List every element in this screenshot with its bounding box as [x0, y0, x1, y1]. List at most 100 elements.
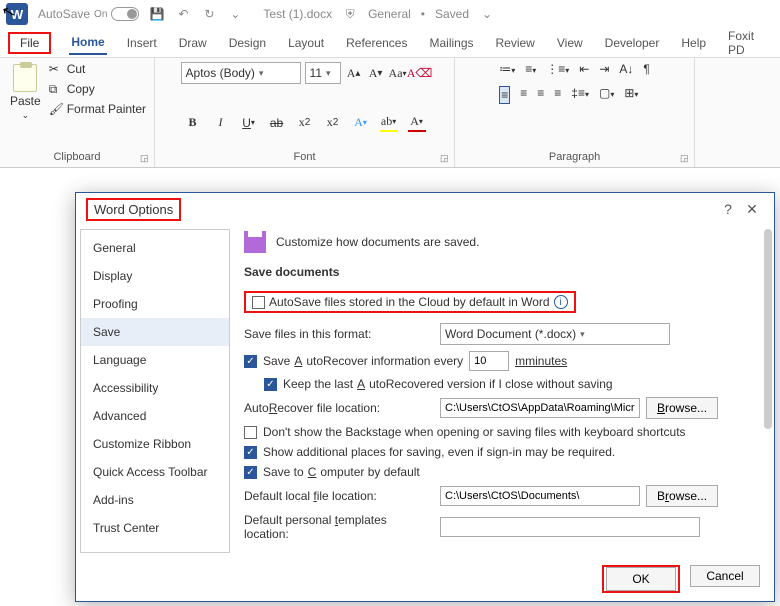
change-case-button[interactable]: Aa▾ [389, 64, 407, 82]
template-location-input[interactable] [440, 517, 700, 537]
nav-proofing[interactable]: Proofing [81, 290, 229, 318]
increase-indent-button[interactable]: ⇥ [599, 62, 609, 76]
tab-file[interactable]: File [8, 32, 51, 54]
nav-display[interactable]: Display [81, 262, 229, 290]
keep-last-checkbox[interactable]: ✓ [264, 378, 277, 391]
nav-customize-ribbon[interactable]: Customize Ribbon [81, 430, 229, 458]
scrollbar[interactable] [764, 229, 772, 429]
info-icon[interactable]: i [554, 295, 568, 309]
shrink-font-button[interactable]: A▾ [367, 64, 385, 82]
autorecover-minutes-input[interactable] [469, 351, 509, 371]
redo-icon[interactable]: ↻ [201, 6, 217, 22]
underline-button[interactable]: U▾ [240, 114, 258, 132]
autosave-toggle[interactable]: AutoSave On [38, 7, 139, 21]
local-location-input[interactable] [440, 486, 640, 506]
text-effects-button[interactable]: A▾ [352, 114, 370, 132]
italic-button[interactable]: I [212, 114, 230, 132]
cut-button[interactable]: ✂Cut [49, 62, 146, 76]
shield-icon: ⛨ [342, 6, 358, 22]
multilevel-button[interactable]: ⋮≡▾ [546, 62, 569, 76]
browse-local-button[interactable]: Browse... [646, 485, 718, 507]
tab-design[interactable]: Design [227, 32, 268, 54]
copy-button[interactable]: ⧉Copy [49, 82, 146, 96]
align-left-button[interactable]: ≡ [499, 86, 510, 104]
options-content: Customize how documents are saved. Save … [234, 225, 774, 557]
format-painter-button[interactable]: 🖌Format Painter [49, 102, 146, 116]
qat-more-icon[interactable]: ⌄ [227, 6, 243, 22]
nav-language[interactable]: Language [81, 346, 229, 374]
tab-help[interactable]: Help [679, 32, 708, 54]
undo-icon[interactable]: ↶ [175, 6, 191, 22]
paste-button[interactable]: Paste ⌄ [8, 62, 43, 123]
tab-layout[interactable]: Layout [286, 32, 326, 54]
browse-autorecover-button[interactable]: Browse... [646, 397, 718, 419]
copy-icon: ⧉ [49, 82, 63, 96]
clear-format-button[interactable]: A⌫ [411, 64, 429, 82]
borders-button[interactable]: ⊞▾ [624, 86, 638, 104]
dialog-footer: OK Cancel [76, 557, 774, 601]
justify-button[interactable]: ≡ [554, 86, 561, 104]
font-launcher-icon[interactable]: ◲ [440, 153, 452, 165]
ribbon: Paste ⌄ ✂Cut ⧉Copy 🖌Format Painter Clipb… [0, 58, 780, 168]
nav-general[interactable]: General [81, 234, 229, 262]
floppy-icon [244, 231, 266, 253]
tab-mailings[interactable]: Mailings [427, 32, 475, 54]
dialog-title: Word Options [86, 198, 181, 221]
save-format-combo[interactable]: Word Document (*.docx)▾ [440, 323, 670, 345]
ok-button[interactable]: OK [606, 567, 676, 591]
numbering-button[interactable]: ≡▾ [525, 62, 536, 76]
save-status: Saved [435, 7, 469, 21]
nav-trust-center[interactable]: Trust Center [81, 514, 229, 542]
tab-review[interactable]: Review [494, 32, 537, 54]
decrease-indent-button[interactable]: ⇤ [579, 62, 589, 76]
save-computer-label: Save to Computer by default [263, 465, 420, 479]
strike-button[interactable]: ab [268, 114, 286, 132]
font-name-combo[interactable]: Aptos (Body)▾ [181, 62, 301, 84]
bold-button[interactable]: B [184, 114, 202, 132]
tab-developer[interactable]: Developer [603, 32, 662, 54]
autosave-label: AutoSave [38, 7, 90, 21]
highlight-button[interactable]: ab▾ [380, 114, 398, 132]
chevron-down-icon[interactable]: ⌄ [22, 110, 30, 121]
close-button[interactable]: ✕ [740, 197, 764, 221]
nav-accessibility[interactable]: Accessibility [81, 374, 229, 402]
superscript-button[interactable]: x2 [324, 114, 342, 132]
shading-button[interactable]: ▢▾ [599, 86, 614, 104]
autosave-cloud-checkbox[interactable] [252, 296, 265, 309]
save-documents-heading: Save documents [244, 265, 754, 279]
autorecover-checkbox[interactable]: ✓ [244, 355, 257, 368]
save-computer-checkbox[interactable]: ✓ [244, 466, 257, 479]
tab-insert[interactable]: Insert [125, 32, 159, 54]
save-icon[interactable]: 💾 [149, 6, 165, 22]
nav-advanced[interactable]: Advanced [81, 402, 229, 430]
nav-qat[interactable]: Quick Access Toolbar [81, 458, 229, 486]
tab-foxit[interactable]: Foxit PD [726, 25, 772, 61]
tab-home[interactable]: Home [69, 31, 106, 55]
nav-save[interactable]: Save [81, 318, 229, 346]
font-size-combo[interactable]: 11▾ [305, 62, 341, 84]
sort-button[interactable]: A↓ [619, 62, 633, 76]
show-marks-button[interactable]: ¶ [643, 62, 649, 76]
tab-references[interactable]: References [344, 32, 409, 54]
paragraph-launcher-icon[interactable]: ◲ [680, 153, 692, 165]
subscript-button[interactable]: x2 [296, 114, 314, 132]
nav-addins[interactable]: Add-ins [81, 486, 229, 514]
show-places-checkbox[interactable]: ✓ [244, 446, 257, 459]
chevron-down-icon[interactable]: ⌄ [479, 6, 495, 22]
align-right-button[interactable]: ≡ [537, 86, 544, 104]
font-color-button[interactable]: A▾ [408, 114, 426, 132]
autorecover-location-input[interactable] [440, 398, 640, 418]
align-center-button[interactable]: ≡ [520, 86, 527, 104]
bullets-button[interactable]: ≔▾ [499, 62, 515, 76]
sensitivity-label: General [368, 7, 411, 21]
cancel-button[interactable]: Cancel [690, 565, 760, 587]
backstage-checkbox[interactable] [244, 426, 257, 439]
line-spacing-button[interactable]: ‡≡▾ [571, 86, 589, 104]
clipboard-launcher-icon[interactable]: ◲ [140, 153, 152, 165]
autorecover-location-label: AutoRecover file location: [244, 401, 434, 415]
tab-view[interactable]: View [555, 32, 585, 54]
help-button[interactable]: ? [716, 197, 740, 221]
autorecover-label: Save AutoRecover information every [263, 354, 463, 368]
grow-font-button[interactable]: A▴ [345, 64, 363, 82]
tab-draw[interactable]: Draw [177, 32, 209, 54]
